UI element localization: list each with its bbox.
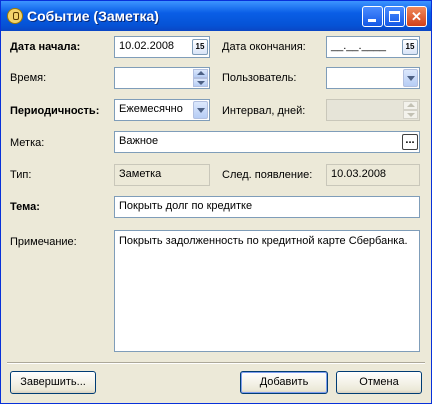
maximize-icon [389,11,400,22]
chevron-down-icon[interactable] [403,69,418,87]
periodicity-label: Периодичность: [10,105,100,117]
ellipsis-icon[interactable]: ... [402,134,418,150]
spin-up-icon[interactable] [193,69,208,78]
event-dialog: Событие (Заметка) ✕ Дата начала: 10.02.2… [0,0,432,404]
end-date-label: Дата окончания: [222,41,306,53]
title-bar[interactable]: Событие (Заметка) ✕ [1,1,431,31]
divider [7,362,425,364]
tag-label: Метка: [10,137,45,149]
close-button[interactable]: ✕ [406,6,427,27]
start-date-label: Дата начала: [10,41,81,53]
next-occurrence-label: След. появление: [222,169,313,181]
note-label: Примечание: [10,236,77,248]
minimize-icon [368,19,376,22]
window-title: Событие (Заметка) [27,8,159,24]
tag-field[interactable]: Важное [114,131,420,153]
subject-label: Тема: [10,201,40,213]
calendar-icon[interactable]: 15 [192,39,208,55]
calendar-icon[interactable]: 15 [402,39,418,55]
chevron-down-icon[interactable] [193,101,208,119]
interval-label: Интервал, дней: [222,105,306,117]
spin-down-icon[interactable] [193,78,208,87]
close-icon: ✕ [411,9,422,24]
subject-field[interactable]: Покрыть долг по кредитке [114,196,420,218]
finish-button[interactable]: Завершить... [10,371,96,394]
user-label: Пользователь: [222,72,297,84]
next-occurrence-value: 10.03.2008 [326,164,420,186]
add-button[interactable]: Добавить [240,371,328,394]
minimize-button[interactable] [362,6,383,27]
spin-down-icon [403,110,418,119]
note-textarea[interactable]: Покрыть задолженность по кредитной карте… [114,230,420,352]
app-icon [7,8,23,24]
type-label: Тип: [10,169,32,181]
cancel-button[interactable]: Отмена [336,371,422,394]
time-label: Время: [10,72,47,84]
spin-up-icon [403,101,418,110]
type-value: Заметка [114,164,210,186]
maximize-button[interactable] [384,6,405,27]
